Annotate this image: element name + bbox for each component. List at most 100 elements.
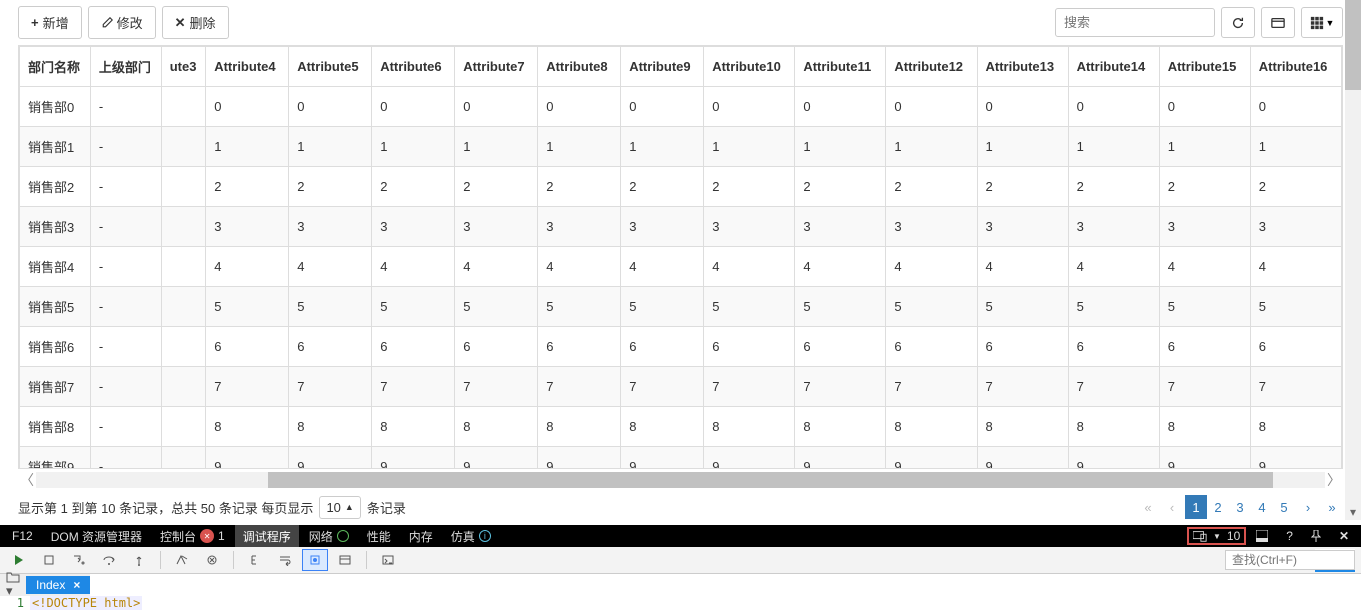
table-row[interactable]: 销售部7-7777777777777 <box>20 367 1342 407</box>
toggle-view-button[interactable] <box>1261 7 1295 38</box>
table-row[interactable]: 销售部0-0000000000000 <box>20 87 1342 127</box>
table-row[interactable]: 销售部4-4444444444444 <box>20 247 1342 287</box>
table-cell: 1 <box>1250 127 1341 167</box>
column-header[interactable]: Attribute8 <box>538 47 621 87</box>
page-next[interactable]: › <box>1297 495 1319 519</box>
console-toggle-button[interactable] <box>375 549 401 571</box>
table-cell: 5 <box>289 287 372 327</box>
scroll-right-arrow[interactable]: 〉 <box>1325 471 1343 489</box>
find-input[interactable] <box>1225 550 1355 570</box>
page-first[interactable]: « <box>1137 495 1159 519</box>
column-header[interactable]: 部门名称 <box>20 47 91 87</box>
column-header[interactable]: ute3 <box>161 47 206 87</box>
step-out-button[interactable] <box>126 549 152 571</box>
table-row[interactable]: 销售部2-2222222222222 <box>20 167 1342 207</box>
tab-performance[interactable]: 性能 <box>359 525 399 547</box>
tab-emulation[interactable]: 仿真 i <box>443 525 499 547</box>
table-row[interactable]: 销售部5-5555555555555 <box>20 287 1342 327</box>
table-cell <box>161 287 206 327</box>
step-over-button[interactable] <box>96 549 122 571</box>
table-row[interactable]: 销售部8-8888888888888 <box>20 407 1342 447</box>
search-input[interactable] <box>1055 8 1215 37</box>
tab-dom-explorer[interactable]: DOM 资源管理器 <box>43 525 150 547</box>
column-header[interactable]: Attribute5 <box>289 47 372 87</box>
scrollbar-thumb[interactable] <box>268 472 1273 488</box>
step-into-button[interactable] <box>66 549 92 571</box>
page-number[interactable]: 5 <box>1273 495 1295 519</box>
table-row[interactable]: 销售部1-1111111111111 <box>20 127 1342 167</box>
column-header[interactable]: Attribute11 <box>795 47 886 87</box>
edit-button[interactable]: 修改 <box>88 6 156 39</box>
tab-network[interactable]: 网络 <box>301 525 357 547</box>
page-last[interactable]: » <box>1321 495 1343 519</box>
column-header[interactable]: Attribute10 <box>704 47 795 87</box>
horizontal-scrollbar[interactable]: 〈 〉 <box>18 471 1343 489</box>
page-prev[interactable]: ‹ <box>1161 495 1183 519</box>
table-cell <box>161 367 206 407</box>
scrollbar-track[interactable] <box>36 472 1325 488</box>
column-header[interactable]: Attribute14 <box>1068 47 1159 87</box>
code-line: 1 <!DOCTYPE html> <box>0 596 1361 610</box>
table-cell: 3 <box>289 207 372 247</box>
continue-button[interactable] <box>6 549 32 571</box>
device-icon <box>1193 530 1207 542</box>
pretty-print-button[interactable] <box>242 549 268 571</box>
table-cell: 销售部5 <box>20 287 91 327</box>
column-header[interactable]: Attribute7 <box>455 47 538 87</box>
table-cell: 0 <box>1068 87 1159 127</box>
dock-icon[interactable] <box>1248 525 1276 547</box>
just-my-code-button[interactable] <box>302 549 328 571</box>
table-cell: 3 <box>372 207 455 247</box>
tab-memory[interactable]: 内存 <box>401 525 441 547</box>
add-button[interactable]: + 新增 <box>18 6 82 39</box>
close-devtools-icon[interactable]: ✕ <box>1331 525 1357 547</box>
column-header[interactable]: Attribute9 <box>621 47 704 87</box>
scroll-left-arrow[interactable]: 〈 <box>18 471 36 489</box>
refresh-button[interactable] <box>1221 7 1255 38</box>
file-picker-icon[interactable]: ▾ <box>0 571 26 599</box>
table-cell: 7 <box>289 367 372 407</box>
column-header[interactable]: Attribute13 <box>977 47 1068 87</box>
column-header[interactable]: Attribute16 <box>1250 47 1341 87</box>
source-map-button[interactable] <box>332 549 358 571</box>
table-cell: 6 <box>1068 327 1159 367</box>
page-number[interactable]: 3 <box>1229 495 1251 519</box>
word-wrap-button[interactable] <box>272 549 298 571</box>
table-row[interactable]: 销售部6-6666666666666 <box>20 327 1342 367</box>
column-header[interactable]: Attribute6 <box>372 47 455 87</box>
tab-debugger[interactable]: 调试程序 <box>235 525 299 547</box>
page-number[interactable]: 1 <box>1185 495 1207 519</box>
column-header[interactable]: 上级部门 <box>90 47 161 87</box>
f12-label: F12 <box>4 525 41 547</box>
table-cell: 7 <box>621 367 704 407</box>
column-header[interactable]: Attribute12 <box>886 47 977 87</box>
column-header[interactable]: Attribute4 <box>206 47 289 87</box>
close-icon: ✕ <box>175 15 186 31</box>
emulation-size-indicator[interactable]: ▼ 10 <box>1187 527 1246 545</box>
exception-button[interactable] <box>199 549 225 571</box>
table-row[interactable]: 销售部3-3333333333333 <box>20 207 1342 247</box>
column-header[interactable]: Attribute15 <box>1159 47 1250 87</box>
break-button[interactable] <box>36 549 62 571</box>
page-number[interactable]: 2 <box>1207 495 1229 519</box>
columns-button[interactable]: ▼ <box>1301 7 1343 38</box>
toolbar: + 新增 修改 ✕ 删除 ▼ <box>0 0 1361 45</box>
close-tab-icon[interactable]: × <box>73 578 80 592</box>
vertical-scrollbar[interactable]: ▾ <box>1345 0 1361 520</box>
table-row[interactable]: 销售部9-9999999999999 <box>20 447 1342 470</box>
table-cell: 1 <box>1159 127 1250 167</box>
table-cell: - <box>90 287 161 327</box>
help-icon[interactable]: ? <box>1278 525 1301 547</box>
page-number[interactable]: 4 <box>1251 495 1273 519</box>
table-cell: 8 <box>289 407 372 447</box>
delete-button[interactable]: ✕ 删除 <box>162 6 229 39</box>
table-cell: 销售部8 <box>20 407 91 447</box>
file-tab-index[interactable]: Index × <box>26 576 90 594</box>
page-size-select[interactable]: 10 ▲ <box>319 496 360 519</box>
code-text[interactable]: <!DOCTYPE html> <box>30 596 142 610</box>
scrollbar-thumb[interactable] <box>1345 0 1361 90</box>
pin-icon[interactable] <box>1303 525 1329 547</box>
scrollbar-down-arrow[interactable]: ▾ <box>1345 504 1361 520</box>
tab-console[interactable]: 控制台 ✕ 1 <box>152 525 233 547</box>
break-new-worker-button[interactable] <box>169 549 195 571</box>
